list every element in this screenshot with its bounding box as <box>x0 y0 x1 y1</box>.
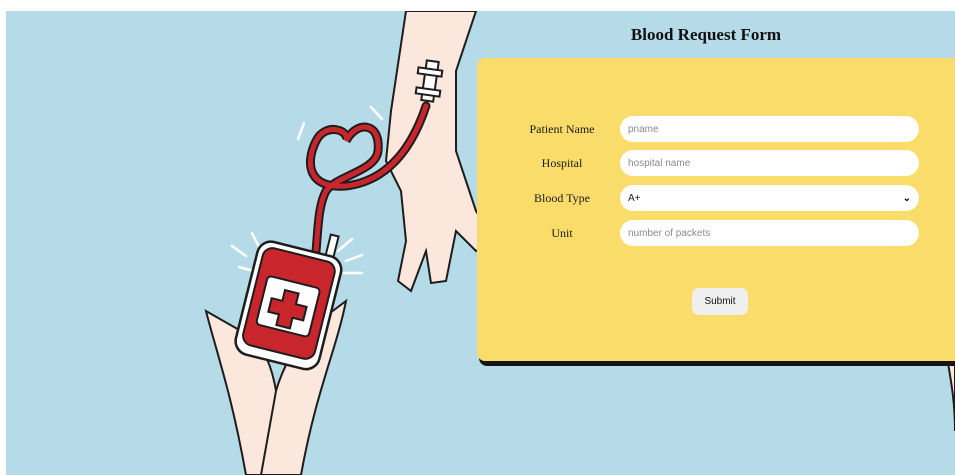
blood-type-label: Blood Type <box>534 190 590 205</box>
hospital-input[interactable] <box>620 150 919 176</box>
page-background: Blood Request Form Patient Name Hospital… <box>6 11 955 475</box>
submit-button[interactable]: Submit <box>692 288 748 315</box>
patient-name-label: Patient Name <box>529 121 595 136</box>
hospital-label: Hospital <box>541 155 583 170</box>
blood-type-select[interactable]: A+ ⌄ <box>620 185 919 211</box>
blood-request-form: Patient Name Hospital Blood Type A+ ⌄ Un… <box>477 58 955 361</box>
hospital-row: Hospital <box>477 150 607 176</box>
blood-type-value: A+ <box>628 192 641 204</box>
form-title: Blood Request Form <box>630 25 782 44</box>
blood-type-row: Blood Type <box>477 185 607 211</box>
unit-input[interactable] <box>620 220 919 246</box>
patient-name-input[interactable] <box>620 116 919 142</box>
chevron-down-icon: ⌄ <box>902 192 911 204</box>
patient-name-row: Patient Name <box>477 116 607 142</box>
unit-label: Unit <box>551 225 573 240</box>
unit-row: Unit <box>477 220 607 246</box>
